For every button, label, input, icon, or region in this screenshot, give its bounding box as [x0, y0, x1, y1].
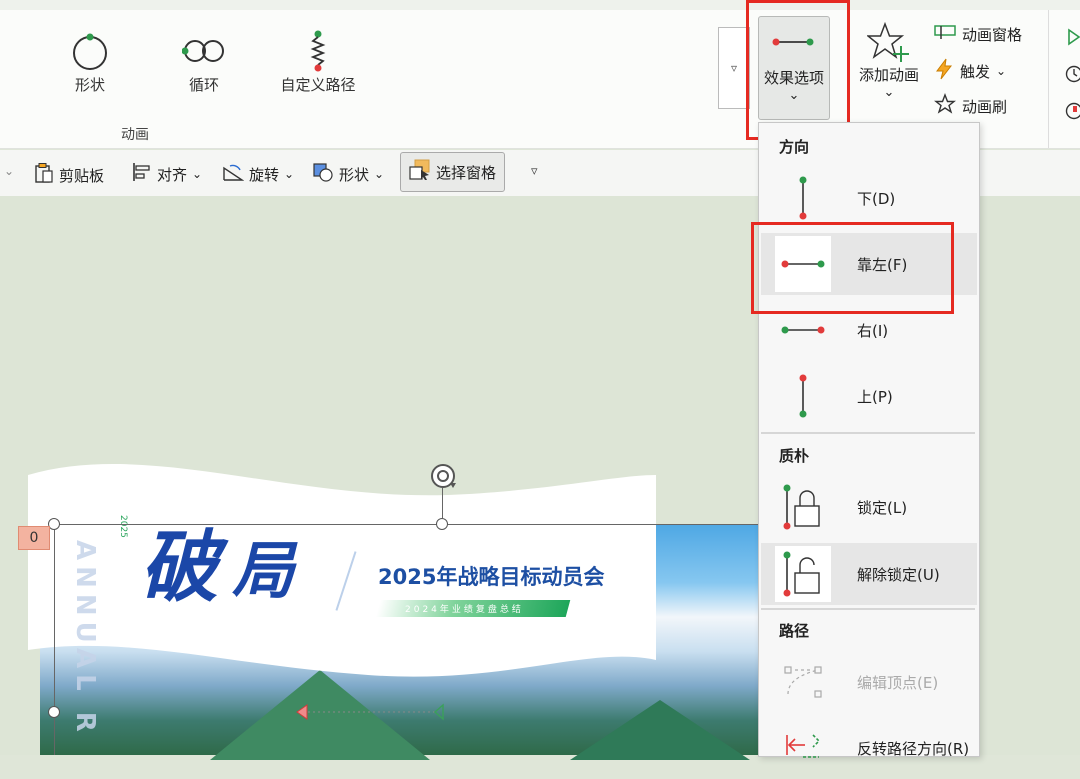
slide-subtitle: 2024年业绩复盘总结 — [405, 602, 524, 615]
title-strip — [0, 0, 1080, 10]
slide-title: 2025年战略目标动员会 — [378, 561, 604, 591]
script-char-ju: 局 — [232, 520, 294, 610]
gallery-item-label: 循环 — [159, 74, 249, 95]
section-header-simple: 质朴 — [779, 445, 809, 466]
rotate-button[interactable]: 旋转 ⌄ — [222, 162, 294, 186]
rotate-icon — [222, 162, 244, 186]
annual-watermark: ANNUAL R — [70, 540, 100, 738]
shape-label: 形状 — [339, 164, 369, 185]
menu-separator — [761, 432, 975, 434]
gallery-item-loop[interactable]: 循环 — [159, 28, 249, 95]
chevron-down-icon: ⌄ — [192, 167, 202, 181]
add-star-icon — [852, 20, 926, 64]
clipboard-button[interactable]: 剪贴板 — [34, 162, 104, 188]
menu-item-label: 编辑顶点(E) — [857, 672, 938, 693]
menu-item-up[interactable]: 上(P) — [761, 365, 977, 427]
menu-item-label: 右(I) — [857, 320, 888, 341]
chevron-down-icon: ⌄ — [852, 85, 926, 100]
chevron-down-icon: ⌄ — [374, 167, 384, 181]
gallery-item-label: 自定义路径 — [272, 74, 364, 95]
align-label: 对齐 — [157, 164, 187, 185]
animation-painter-label: 动画刷 — [962, 96, 1007, 117]
selection-pane-icon — [409, 159, 431, 185]
add-animation-label: 添加动画 — [852, 64, 926, 85]
lightning-icon — [934, 58, 954, 84]
selection-border — [54, 524, 758, 525]
selection-pane-label: 选择窗格 — [436, 162, 496, 183]
clock-icon[interactable] — [1065, 65, 1080, 87]
animation-pane-label: 动画窗格 — [962, 24, 1022, 45]
edit-points-icon — [775, 654, 831, 710]
rotate-label: 旋转 — [249, 164, 279, 185]
menu-separator — [761, 608, 975, 610]
highlight-frame-left-option — [751, 222, 954, 314]
lock-icon — [775, 479, 831, 535]
effect-options-dropdown: 方向 下(D) 靠左(F) 右(I) 上(P) 质朴 锁定(L) 解除锁定(U)… — [758, 122, 980, 757]
path-up-icon — [775, 368, 831, 424]
star-brush-icon — [934, 93, 956, 119]
animation-pane-button[interactable]: 动画窗格 — [934, 22, 1022, 46]
shape-button[interactable]: 形状 ⌄ — [312, 162, 384, 186]
menu-item-lock[interactable]: 锁定(L) — [761, 476, 977, 538]
clipboard-icon — [34, 162, 54, 188]
menu-item-label: 反转路径方向(R) — [857, 738, 969, 759]
section-header-direction: 方向 — [779, 136, 809, 157]
mountain-graphic — [570, 700, 750, 760]
menu-item-label: 下(D) — [857, 188, 895, 209]
chevron-down-icon: ⌄ — [284, 167, 294, 181]
animation-order-badge[interactable]: 0 — [18, 526, 50, 550]
shape-icon — [312, 162, 334, 186]
script-char-po: 破 — [140, 505, 218, 617]
selection-border — [54, 524, 55, 755]
add-animation-button[interactable]: 添加动画 ⌄ — [852, 20, 926, 100]
resize-handle[interactable] — [436, 518, 448, 530]
resize-handle[interactable] — [48, 706, 60, 718]
chevron-down-icon[interactable]: ⌄ — [4, 164, 14, 178]
trigger-label: 触发 — [960, 61, 990, 82]
menu-item-unlock[interactable]: 解除锁定(U) — [761, 543, 977, 605]
preview-column — [1048, 10, 1080, 148]
menu-item-label: 解除锁定(U) — [857, 564, 940, 585]
gallery-item-shape[interactable]: 形状 — [45, 28, 135, 95]
menu-item-down[interactable]: 下(D) — [761, 167, 977, 229]
loop-icon — [159, 28, 249, 74]
group-label-animation: 动画 — [0, 124, 270, 144]
menu-item-reverse-path[interactable]: 反转路径方向(R) — [761, 717, 977, 779]
align-button[interactable]: 对齐 ⌄ — [132, 162, 202, 186]
clipboard-label: 剪贴板 — [59, 165, 104, 186]
trigger-button[interactable]: 触发 ⌄ — [934, 58, 1006, 84]
selection-pane-button[interactable]: 选择窗格 — [400, 152, 505, 192]
year-vertical-text: 2025 — [118, 515, 128, 538]
animation-painter-button[interactable]: 动画刷 — [934, 93, 1007, 119]
timer-icon[interactable] — [1065, 102, 1080, 124]
gallery-item-custom-path[interactable]: 自定义路径 — [272, 28, 364, 95]
shape-circle-icon — [45, 28, 135, 74]
animation-pane-icon — [934, 22, 956, 46]
menu-item-label: 锁定(L) — [857, 497, 907, 518]
unlock-icon — [775, 546, 831, 602]
menu-item-label: 上(P) — [857, 386, 893, 407]
align-icon — [132, 162, 152, 186]
gallery-item-label: 形状 — [45, 74, 135, 95]
play-icon[interactable] — [1067, 28, 1080, 50]
reverse-path-icon — [775, 720, 831, 776]
toolbar-more-button[interactable]: ▿ — [531, 164, 538, 179]
path-down-icon — [775, 170, 831, 226]
menu-item-edit-points[interactable]: 编辑顶点(E) — [761, 651, 977, 713]
motion-path[interactable] — [295, 702, 445, 722]
rotate-handle-icon[interactable] — [428, 461, 458, 495]
custom-path-icon — [272, 28, 364, 74]
section-header-path: 路径 — [779, 620, 809, 641]
chevron-down-icon: ⌄ — [996, 64, 1006, 78]
highlight-frame-effect-options — [746, 0, 850, 140]
